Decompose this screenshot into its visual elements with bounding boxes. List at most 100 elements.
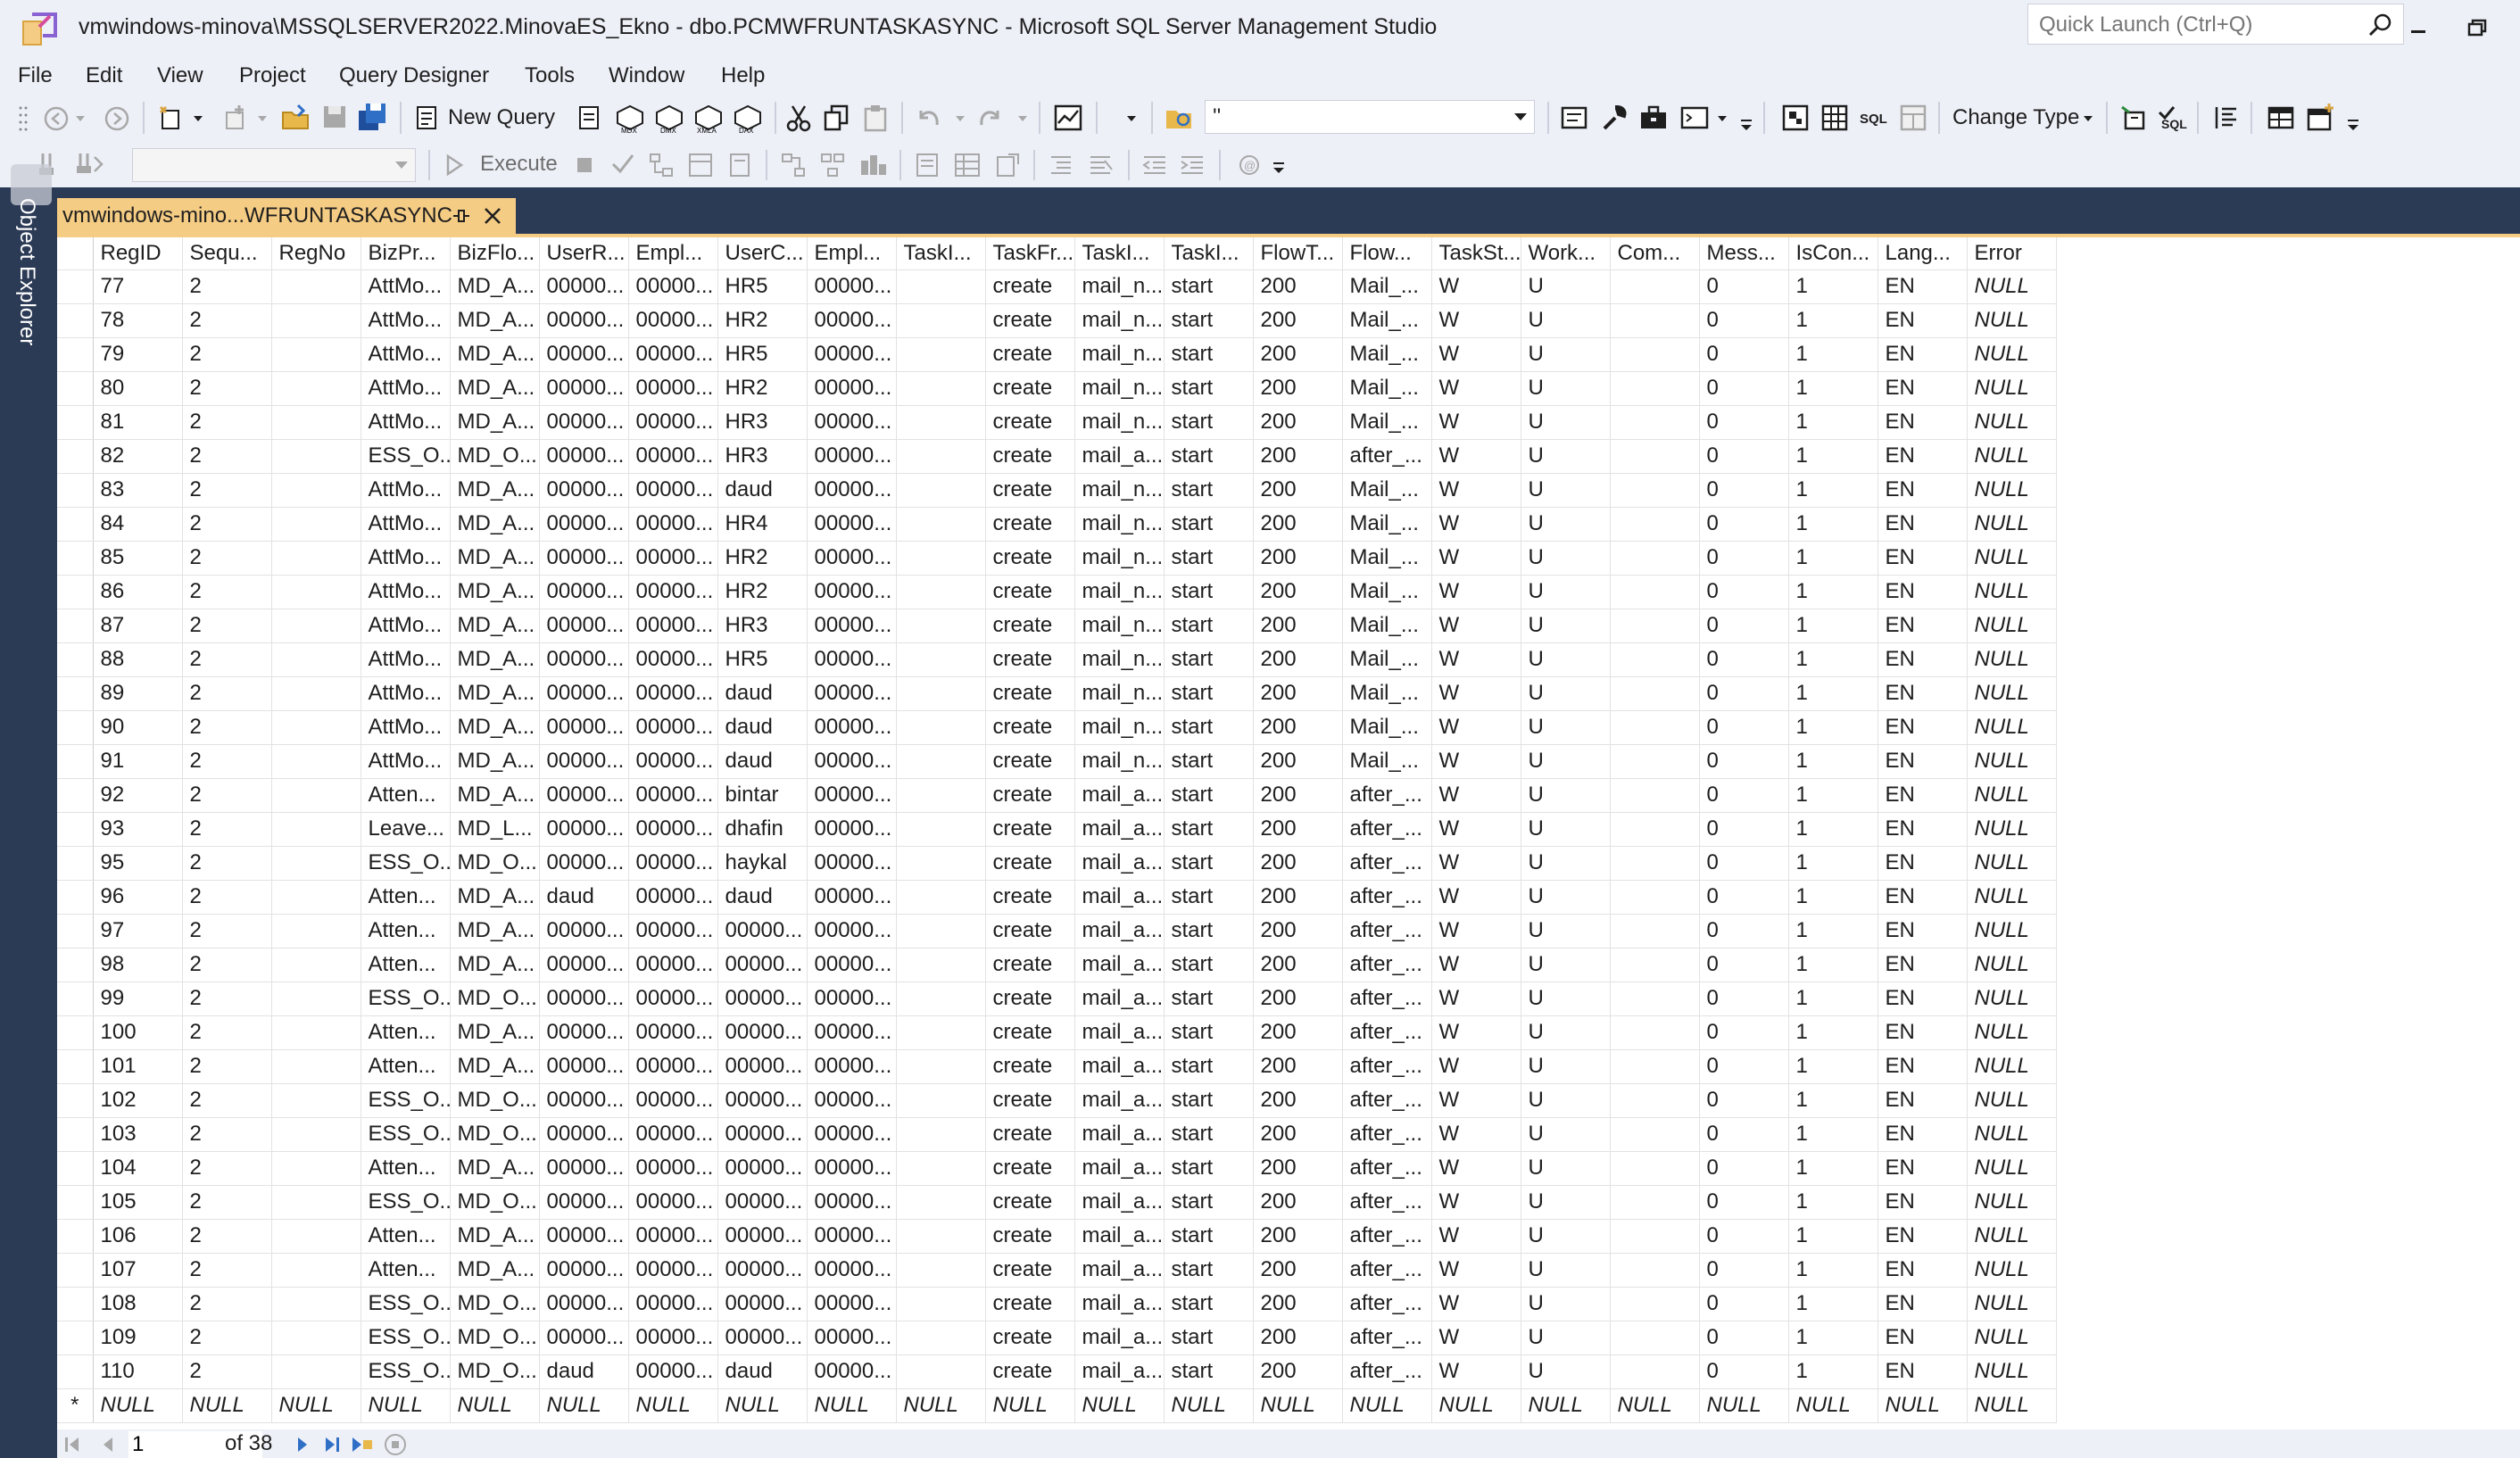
table-cell[interactable]: U — [1521, 1321, 1611, 1355]
table-row[interactable]: 97 2 Atten... MD_A... 00000... 00000... 00000.… — [57, 914, 2057, 949]
menu-view[interactable]: View — [157, 61, 203, 91]
table-cell[interactable]: U — [1521, 337, 1611, 372]
table-cell[interactable]: create — [985, 1321, 1075, 1355]
table-cell[interactable]: 00000... — [807, 337, 897, 372]
table-cell[interactable]: U — [1521, 914, 1611, 949]
table-cell[interactable]: 00000... — [807, 269, 897, 304]
row-selector[interactable] — [57, 541, 94, 576]
table-cell[interactable] — [271, 1083, 361, 1118]
table-cell[interactable]: 1 — [1788, 948, 1878, 982]
table-cell[interactable]: EN — [1878, 269, 1968, 304]
table-cell[interactable]: 87 — [93, 609, 183, 643]
table-cell[interactable]: 90 — [93, 710, 183, 745]
table-cell[interactable]: 88 — [93, 642, 183, 677]
table-row[interactable]: 89 2 AttMo... MD_A... 00000... 00000... daud 00… — [57, 676, 2057, 711]
table-cell[interactable]: Atten... — [361, 880, 451, 915]
table-cell[interactable]: 2 — [182, 575, 272, 609]
table-cell[interactable]: EN — [1878, 1083, 1968, 1118]
table-cell[interactable]: after_... — [1342, 1287, 1432, 1321]
table-cell[interactable]: ESS_O... — [361, 1117, 451, 1152]
table-cell[interactable]: start — [1164, 710, 1254, 745]
table-cell[interactable]: mail_a... — [1074, 880, 1165, 915]
table-cell[interactable]: U — [1521, 1354, 1611, 1389]
row-selector[interactable] — [57, 710, 94, 745]
table-cell[interactable]: 1 — [1788, 1049, 1878, 1084]
table-cell[interactable]: 00000... — [807, 914, 897, 949]
table-cell[interactable]: 00000... — [539, 507, 629, 542]
table-cell[interactable]: 00000... — [628, 710, 718, 745]
table-cell[interactable]: NULL — [1967, 880, 2057, 915]
table-cell[interactable]: 00000... — [628, 1287, 718, 1321]
table-cell[interactable]: 1 — [1788, 609, 1878, 643]
table-cell[interactable] — [1610, 1151, 1700, 1186]
table-cell[interactable]: ESS_O... — [361, 1083, 451, 1118]
row-selector[interactable] — [57, 609, 94, 643]
new-row-cell[interactable]: NULL — [539, 1388, 629, 1423]
table-cell[interactable]: U — [1521, 676, 1611, 711]
table-cell[interactable]: W — [1431, 948, 1521, 982]
available-databases-combo[interactable] — [132, 148, 416, 182]
table-cell[interactable]: 00000... — [807, 1287, 897, 1321]
table-cell[interactable]: 2 — [182, 1321, 272, 1355]
table-cell[interactable]: create — [985, 507, 1075, 542]
table-cell[interactable]: 00000... — [807, 541, 897, 576]
quick-launch-box[interactable] — [2027, 4, 2404, 45]
table-cell[interactable]: ESS_O... — [361, 982, 451, 1016]
table-cell[interactable] — [896, 744, 986, 779]
table-cell[interactable]: MD_A... — [450, 405, 540, 440]
table-cell[interactable]: 1 — [1788, 541, 1878, 576]
table-cell[interactable]: 00000... — [628, 439, 718, 474]
menu-edit[interactable]: Edit — [86, 61, 122, 91]
table-cell[interactable]: EN — [1878, 914, 1968, 949]
table-cell[interactable]: 200 — [1253, 371, 1343, 406]
table-cell[interactable]: HR4 — [717, 507, 808, 542]
row-selector[interactable] — [57, 642, 94, 677]
table-cell[interactable]: mail_n... — [1074, 710, 1165, 745]
table-cell[interactable]: W — [1431, 1151, 1521, 1186]
table-cell[interactable]: 2 — [182, 1287, 272, 1321]
table-cell[interactable]: MD_A... — [450, 710, 540, 745]
table-cell[interactable]: after_... — [1342, 948, 1432, 982]
table-cell[interactable]: Mail_... — [1342, 371, 1432, 406]
table-cell[interactable]: 00000... — [628, 609, 718, 643]
table-cell[interactable]: 2 — [182, 507, 272, 542]
table-cell[interactable]: W — [1431, 609, 1521, 643]
table-cell[interactable]: NULL — [1967, 337, 2057, 372]
table-cell[interactable]: W — [1431, 1015, 1521, 1050]
table-cell[interactable]: start — [1164, 439, 1254, 474]
menu-help[interactable]: Help — [721, 61, 765, 91]
table-cell[interactable] — [271, 880, 361, 915]
table-cell[interactable] — [896, 1253, 986, 1288]
table-cell[interactable]: 00000... — [539, 541, 629, 576]
table-cell[interactable]: 00000... — [539, 710, 629, 745]
table-cell[interactable]: after_... — [1342, 439, 1432, 474]
table-cell[interactable]: U — [1521, 1015, 1611, 1050]
table-cell[interactable]: EN — [1878, 507, 1968, 542]
new-row[interactable]: * NULL NULL NULL NULL NULL NULL NULL NULL NULL NUL… — [57, 1388, 2057, 1423]
table-cell[interactable]: 200 — [1253, 609, 1343, 643]
table-cell[interactable]: mail_a... — [1074, 1253, 1165, 1288]
table-cell[interactable] — [896, 642, 986, 677]
table-cell[interactable] — [1610, 269, 1700, 304]
table-cell[interactable]: 93 — [93, 812, 183, 847]
table-cell[interactable]: 2 — [182, 1219, 272, 1254]
table-cell[interactable]: 00000... — [628, 846, 718, 881]
table-cell[interactable] — [271, 541, 361, 576]
table-cell[interactable]: 0 — [1699, 439, 1789, 474]
table-cell[interactable]: MD_A... — [450, 778, 540, 813]
table-cell[interactable]: EN — [1878, 744, 1968, 779]
table-cell[interactable] — [896, 710, 986, 745]
table-cell[interactable]: 00000... — [628, 507, 718, 542]
table-cell[interactable] — [271, 1321, 361, 1355]
row-selector[interactable] — [57, 1083, 94, 1118]
table-cell[interactable]: create — [985, 609, 1075, 643]
table-cell[interactable]: 2 — [182, 914, 272, 949]
table-cell[interactable] — [271, 1049, 361, 1084]
table-cell[interactable]: 00000... — [539, 303, 629, 338]
new-row-cell[interactable]: NULL — [896, 1388, 986, 1423]
uncomment-icon[interactable] — [1087, 152, 1114, 178]
database-combo[interactable]: '' — [1205, 100, 1535, 134]
table-cell[interactable]: MD_A... — [450, 880, 540, 915]
table-cell[interactable]: create — [985, 303, 1075, 338]
table-cell[interactable]: NULL — [1967, 1287, 2057, 1321]
